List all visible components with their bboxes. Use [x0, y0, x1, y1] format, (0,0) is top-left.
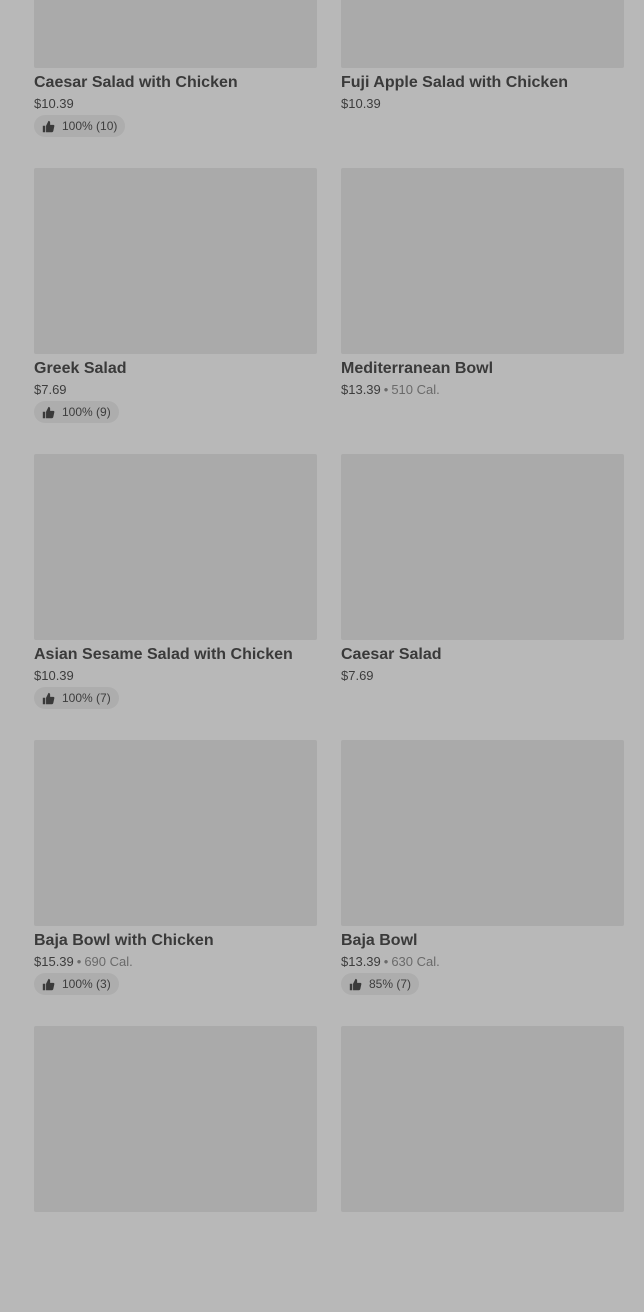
item-meta: $15.39 • 690 Cal.: [34, 955, 317, 969]
item-calories: 630 Cal.: [391, 954, 440, 969]
item-price: $10.39: [341, 96, 381, 111]
item-image: [341, 0, 624, 68]
menu-item-card[interactable]: Greek Salad $7.69 100% (9): [34, 168, 317, 454]
item-name: Baja Bowl with Chicken: [34, 932, 214, 949]
thumbs-up-icon: [42, 978, 55, 990]
item-calories: 510 Cal.: [391, 382, 440, 397]
item-name: Caesar Salad: [341, 646, 442, 663]
item-name: Caesar Salad with Chicken: [34, 74, 238, 91]
item-price: $15.39: [34, 954, 74, 969]
rating-text: 100% (7): [62, 691, 111, 705]
rating-badge: 100% (9): [34, 401, 119, 423]
item-image: [341, 168, 624, 354]
menu-item-card[interactable]: Baja Bowl $13.39 • 630 Cal. 85% (7): [341, 740, 624, 1026]
rating-badge: 100% (7): [34, 687, 119, 709]
rating-text: 100% (10): [62, 119, 118, 133]
thumbs-up-icon: [42, 406, 55, 418]
item-meta: $13.39 • 510 Cal.: [341, 383, 624, 397]
menu-item-card[interactable]: Asian Sesame Salad with Chicken $10.39 1…: [34, 454, 317, 740]
item-price: $7.69: [34, 382, 67, 397]
item-price: $7.69: [341, 668, 374, 683]
menu-item-card[interactable]: Baja Bowl with Chicken $15.39 • 690 Cal. 1…: [34, 740, 317, 1026]
item-meta: $10.39: [34, 97, 317, 111]
menu-item-card[interactable]: Fuji Apple Salad with Chicken $10.39: [341, 0, 624, 168]
item-calories: 690 Cal.: [84, 954, 133, 969]
rating-badge: 100% (3): [34, 973, 119, 995]
rating-text: 85% (7): [369, 977, 412, 991]
item-name: Mediterranean Bowl: [341, 360, 494, 377]
item-image: [34, 168, 317, 354]
rating-badge: 100% (10): [34, 115, 126, 137]
item-name: Asian Sesame Salad with Chicken: [34, 646, 293, 663]
rating-text: 100% (3): [62, 977, 111, 991]
menu-item-card[interactable]: Caesar Salad with Chicken $10.39 100% (1…: [34, 0, 317, 168]
menu-item-card[interactable]: Caesar Salad $7.69: [341, 454, 624, 740]
item-image: [34, 0, 317, 68]
item-price: $10.39: [34, 668, 74, 683]
item-meta: $10.39: [34, 669, 317, 683]
item-image: [34, 740, 317, 926]
thumbs-up-icon: [42, 120, 55, 132]
thumbs-up-icon: [349, 978, 362, 990]
menu-item-card[interactable]: [34, 1026, 317, 1312]
item-price: $10.39: [34, 96, 74, 111]
item-name: Greek Salad: [34, 360, 127, 377]
item-meta: $7.69: [34, 383, 317, 397]
menu-item-grid: Caesar Salad with Chicken $10.39 100% (1…: [34, 0, 624, 1312]
item-price: $13.39: [341, 382, 381, 397]
meta-separator: •: [383, 954, 389, 969]
item-meta: $13.39 • 630 Cal.: [341, 955, 624, 969]
rating-badge: 85% (7): [341, 973, 420, 995]
menu-item-card[interactable]: Mediterranean Bowl $13.39 • 510 Cal.: [341, 168, 624, 454]
item-price: $13.39: [341, 954, 381, 969]
item-name: Baja Bowl: [341, 932, 418, 949]
meta-separator: •: [76, 954, 82, 969]
item-image: [34, 1026, 317, 1212]
item-image: [341, 454, 624, 640]
rating-text: 100% (9): [62, 405, 111, 419]
item-image: [341, 1026, 624, 1212]
item-meta: $10.39: [341, 97, 624, 111]
item-image: [341, 740, 624, 926]
item-name: Fuji Apple Salad with Chicken: [341, 74, 568, 91]
item-meta: $7.69: [341, 669, 624, 683]
thumbs-up-icon: [42, 692, 55, 704]
meta-separator: •: [383, 382, 389, 397]
menu-item-card[interactable]: [341, 1026, 624, 1312]
item-image: [34, 454, 317, 640]
